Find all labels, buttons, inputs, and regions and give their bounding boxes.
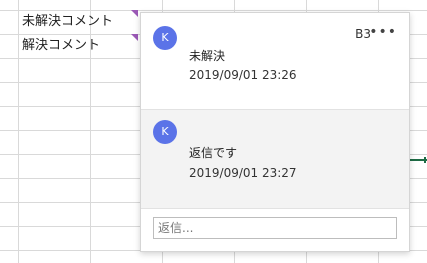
comment-indicator-icon[interactable]	[131, 10, 138, 17]
active-cell-handle[interactable]	[424, 157, 426, 163]
reply-input[interactable]	[153, 217, 397, 239]
cell-unresolved-comment[interactable]: 未解決コメント	[22, 10, 113, 34]
reply-text: 返信です	[189, 146, 238, 160]
comment-indicator-icon[interactable]	[131, 34, 138, 41]
reply-timestamp: 2019/09/01 23:27	[189, 166, 297, 180]
cell-resolved-comment[interactable]: 解決コメント	[22, 34, 100, 58]
comment-panel: K B3 ••• 未解決 2019/09/01 23:26 K 返信です 201…	[140, 12, 410, 252]
comment-text: 未解決	[189, 49, 226, 63]
comment-thread-first: K B3 ••• 未解決 2019/09/01 23:26	[141, 13, 409, 110]
comment-thread-reply: K 返信です 2019/09/01 23:27	[141, 110, 409, 209]
more-options-button[interactable]: •••	[369, 24, 397, 40]
comment-timestamp: 2019/09/01 23:26	[189, 68, 297, 82]
avatar: K	[153, 120, 177, 144]
avatar: K	[153, 26, 177, 50]
